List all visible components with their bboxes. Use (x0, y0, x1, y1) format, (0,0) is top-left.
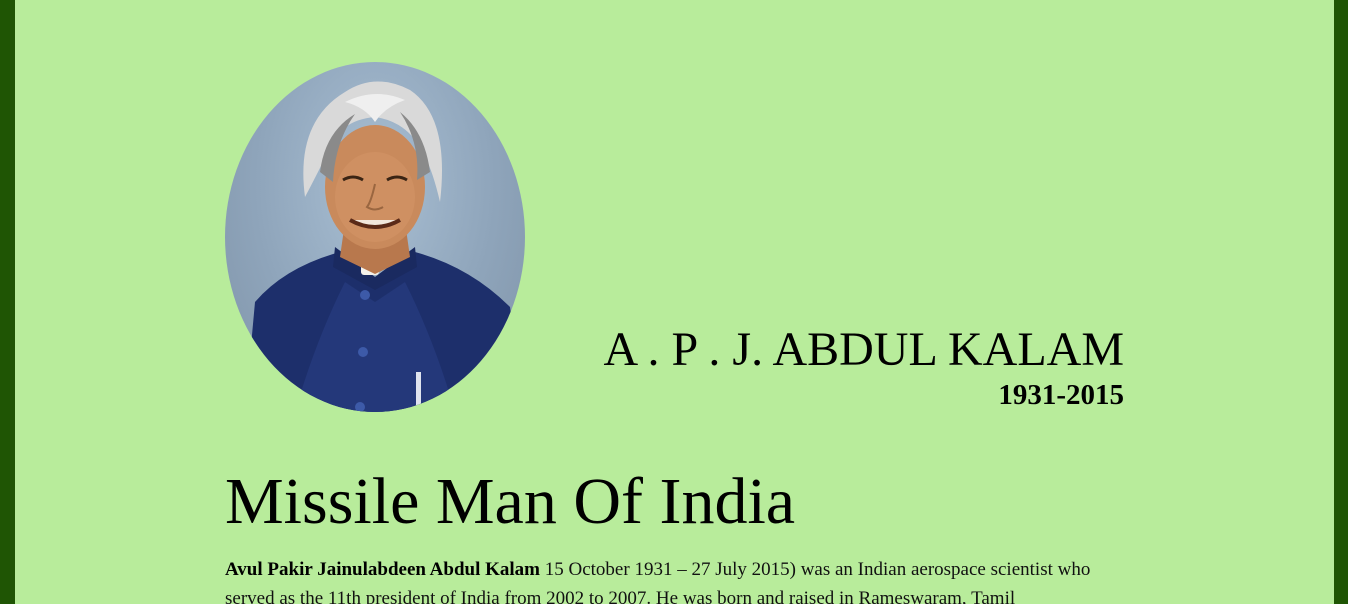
page-title: Missile Man Of India (225, 465, 796, 538)
page-container: A . P . J. ABDUL KALAM 1931-2015 Missile… (15, 0, 1334, 604)
bio-full-name: Avul Pakir Jainulabdeen Abdul Kalam (225, 559, 540, 580)
person-name: A . P . J. ABDUL KALAM (603, 323, 1125, 376)
portrait-image (225, 62, 525, 412)
bio-paragraph: Avul Pakir Jainulabdeen Abdul Kalam 15 O… (225, 555, 1105, 604)
life-years: 1931-2015 (998, 379, 1124, 411)
